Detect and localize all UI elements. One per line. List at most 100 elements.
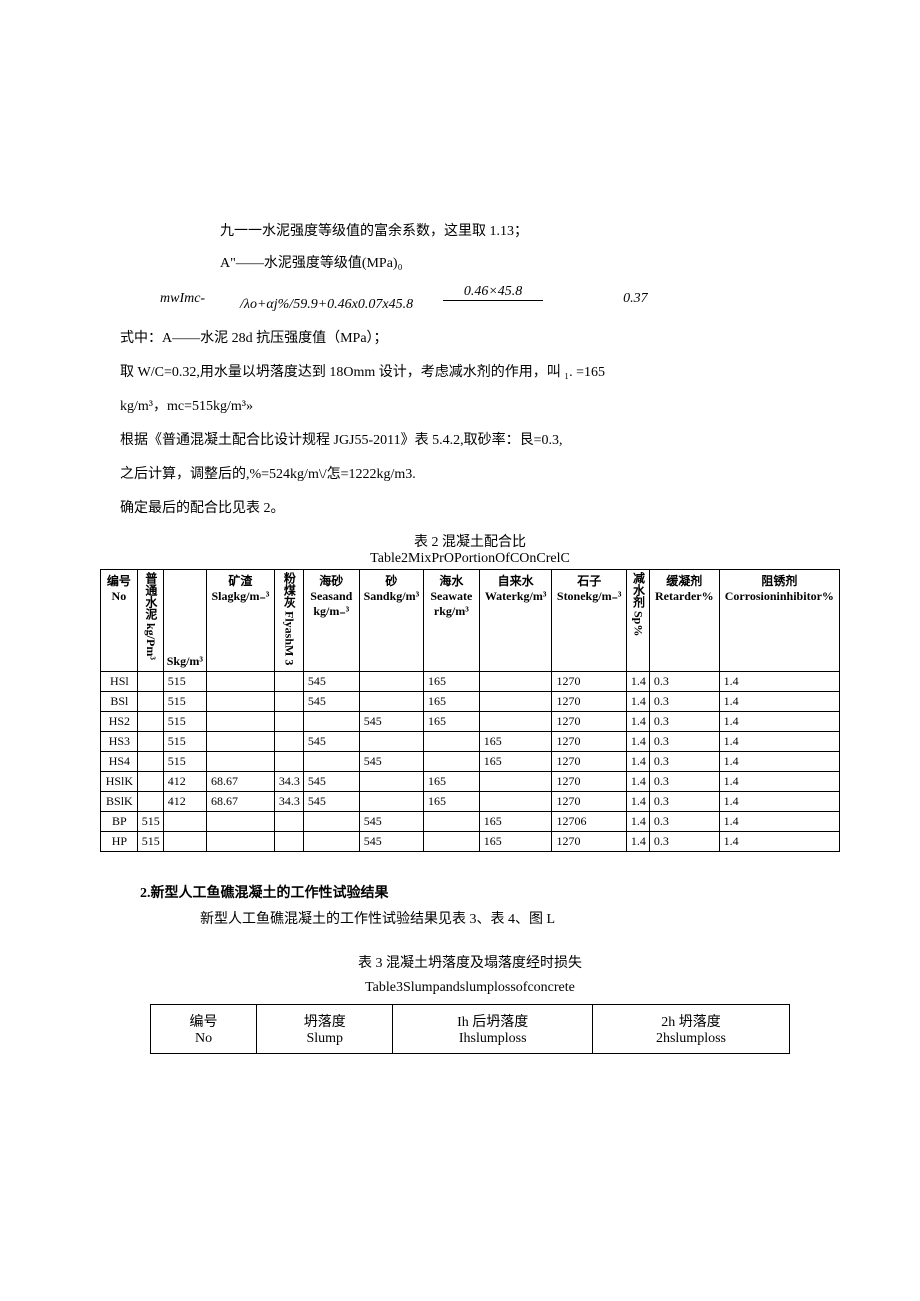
cell: 1.4 [719, 672, 839, 692]
cell: 165 [479, 752, 552, 772]
intro-line-1: 九一一水泥强度等级值的富余系数，这里取 1.13； [220, 220, 840, 240]
cell [207, 812, 275, 832]
th-water: 自来水 Waterkg/m³ [479, 570, 552, 672]
cell: 1.4 [626, 712, 649, 732]
table-row: HSl51554516512701.40.31.4 [101, 672, 840, 692]
cell: 0.3 [649, 692, 719, 712]
cell: 34.3 [274, 792, 303, 812]
cell: 515 [163, 732, 206, 752]
table2-caption-en: Table2MixPrOPortionOfCOnCrelC [100, 551, 840, 567]
cell: 545 [359, 712, 423, 732]
cell: 1.4 [719, 732, 839, 752]
cell: 165 [423, 792, 479, 812]
cell [137, 692, 163, 712]
cell [423, 752, 479, 772]
cell: 545 [303, 772, 359, 792]
cell [423, 812, 479, 832]
th-seasand: 海砂 Seasand kg/m₋³ [303, 570, 359, 672]
cell: 515 [163, 692, 206, 712]
cell: 515 [163, 712, 206, 732]
cell: 1.4 [626, 812, 649, 832]
cell [303, 832, 359, 852]
table-row: BSlK41268.6734.354516512701.40.31.4 [101, 792, 840, 812]
cell [207, 672, 275, 692]
cell: 34.3 [274, 772, 303, 792]
cell: 12706 [552, 812, 626, 832]
cell: 545 [303, 732, 359, 752]
cell [207, 732, 275, 752]
cell: 1.4 [626, 792, 649, 812]
cell: HS4 [101, 752, 138, 772]
cell: HS2 [101, 712, 138, 732]
cell [479, 712, 552, 732]
section-2-line: 新型人工鱼礁混凝土的工作性试验结果见表 3、表 4、图 L [200, 908, 840, 928]
table3-caption-en: Table3Slumpandslumplossofconcrete [100, 980, 840, 996]
t3-1h: Ih 后坍落度 Ihslumploss [393, 1005, 593, 1054]
cell: 1.4 [719, 792, 839, 812]
cell: 1.4 [626, 752, 649, 772]
cell [423, 732, 479, 752]
cell: 1.4 [626, 772, 649, 792]
th-retarder: 缓凝剂 Retarder% [649, 570, 719, 672]
cell [163, 812, 206, 832]
t3-slump: 坍落度 Slump [257, 1005, 393, 1054]
cell: BSl [101, 692, 138, 712]
paragraph-2: 取 W/C=0.32,用水量以坍落度达到 18Omm 设计，考虑减水剂的作用，叫… [120, 361, 840, 381]
cell [207, 692, 275, 712]
table-row: HS351554516512701.40.31.4 [101, 732, 840, 752]
table-row: HS451554516512701.40.31.4 [101, 752, 840, 772]
cell: 1270 [552, 692, 626, 712]
cell: HS3 [101, 732, 138, 752]
table2-caption-cn: 表 2 混凝土配合比 [100, 531, 840, 551]
formula-left: mwImc- [160, 291, 220, 307]
cell [303, 752, 359, 772]
table-row: HS251554516512701.40.31.4 [101, 712, 840, 732]
cell: 1270 [552, 772, 626, 792]
cell: 1.4 [719, 692, 839, 712]
cell: BP [101, 812, 138, 832]
cell [207, 832, 275, 852]
cell [163, 832, 206, 852]
cell: 412 [163, 772, 206, 792]
section-2-heading: 2.新型人工鱼礁混凝土的工作性试验结果 [140, 882, 840, 902]
table-row: HSlK41268.6734.354516512701.40.31.4 [101, 772, 840, 792]
cell: 165 [479, 812, 552, 832]
cell: 1.4 [719, 812, 839, 832]
cell [137, 752, 163, 772]
cell: 0.3 [649, 812, 719, 832]
cell: 1270 [552, 672, 626, 692]
table-mix-proportion: 编号 No 普通水泥 kg/Pm³ Skg/m³ 矿渣 Slagkg/m₋³ 粉… [100, 569, 840, 852]
cell [303, 812, 359, 832]
cell: 68.67 [207, 792, 275, 812]
cell [274, 752, 303, 772]
cell [359, 732, 423, 752]
cell: 545 [303, 692, 359, 712]
formula-numerator: 0.46×45.8 [443, 284, 543, 301]
table-row: HP51554516512701.40.31.4 [101, 832, 840, 852]
cell: 0.3 [649, 672, 719, 692]
cell [274, 692, 303, 712]
paragraph-5: 之后计算，调整后的,%=524kg/m\/怎=1222kg/m3. [120, 463, 840, 483]
paragraph-1: 式中：A——水泥 28d 抗压强度值（MPa）； [120, 327, 840, 347]
cell [303, 712, 359, 732]
cell: 1270 [552, 832, 626, 852]
cell [274, 812, 303, 832]
cell: 1.4 [626, 832, 649, 852]
cell [137, 672, 163, 692]
th-flyash: 粉煤灰 FlyashM 3 [274, 570, 303, 672]
cell [207, 712, 275, 732]
table-row: BP515545165127061.40.31.4 [101, 812, 840, 832]
th-putong: 普通水泥 kg/Pm³ [137, 570, 163, 672]
t3-no: 编号 No [151, 1005, 257, 1054]
cell [479, 692, 552, 712]
table3-caption-cn: 表 3 混凝土坍落度及塌落度经时损失 [100, 952, 840, 972]
cell [274, 712, 303, 732]
cell [137, 732, 163, 752]
th-no: 编号 No [101, 570, 138, 672]
cell: 165 [423, 772, 479, 792]
cell: 412 [163, 792, 206, 812]
table-slump: 编号 No 坍落度 Slump Ih 后坍落度 Ihslumploss 2h 坍… [150, 1004, 790, 1054]
cell: 0.3 [649, 792, 719, 812]
th-skg: Skg/m³ [163, 570, 206, 672]
cell: 165 [479, 832, 552, 852]
